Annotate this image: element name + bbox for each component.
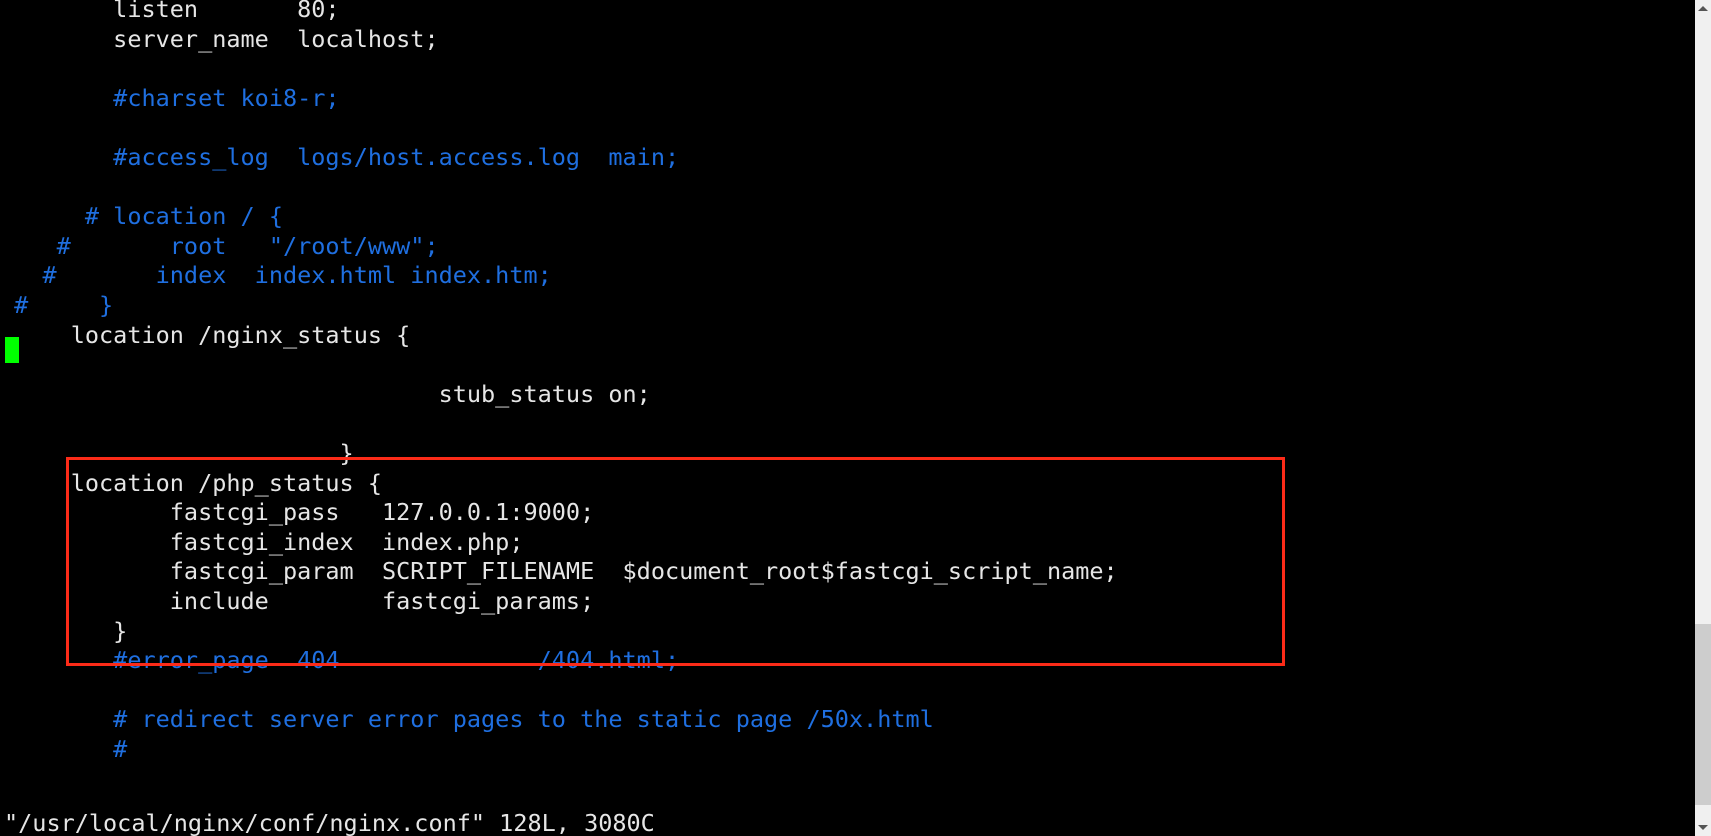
code-line: } (0, 616, 128, 645)
code-line: location /nginx_status { (0, 320, 411, 349)
text-cursor (5, 337, 19, 363)
chevron-up-icon (1698, 6, 1708, 11)
scroll-down-button[interactable] (1695, 819, 1711, 836)
vim-status-line: "/usr/local/nginx/conf/nginx.conf" 128L,… (0, 778, 1694, 836)
code-line: listen 80; (0, 0, 340, 23)
vim-editor-buffer[interactable]: listen 80; server_name localhost; #chars… (0, 0, 1694, 836)
scrollbar-thumb[interactable] (1695, 624, 1711, 805)
code-line: stub_status on; (0, 379, 651, 408)
code-line: # } (0, 291, 114, 319)
code-line: #error_page 404 /404.html; (0, 646, 680, 675)
terminal-screen: listen 80; server_name localhost; #chars… (0, 0, 1711, 836)
scroll-up-button[interactable] (1695, 0, 1711, 17)
code-line: # root "/root/www"; (0, 231, 439, 260)
code-line: server_name localhost; (0, 24, 439, 53)
code-line: #charset koi8-r; (0, 83, 340, 112)
code-line: # redirect server error pages to the sta… (0, 705, 934, 734)
code-line: # location / { (0, 202, 283, 231)
code-line: include fastcgi_params; (0, 587, 595, 615)
code-line: } (0, 439, 354, 467)
code-line: fastcgi_pass 127.0.0.1:9000; (0, 498, 595, 527)
code-line: location /php_status { (0, 468, 383, 497)
code-line: fastcgi_index index.php; (0, 527, 524, 556)
chevron-down-icon (1698, 825, 1708, 830)
code-line: # index index.html index.htm; (0, 261, 552, 290)
status-filename: "/usr/local/nginx/conf/nginx.conf" 128L,… (4, 809, 655, 836)
vertical-scrollbar[interactable] (1694, 0, 1711, 836)
code-line: #access_log logs/host.access.log main; (0, 143, 680, 171)
code-line: # (0, 735, 128, 763)
code-line: fastcgi_param SCRIPT_FILENAME $document_… (0, 557, 1118, 586)
